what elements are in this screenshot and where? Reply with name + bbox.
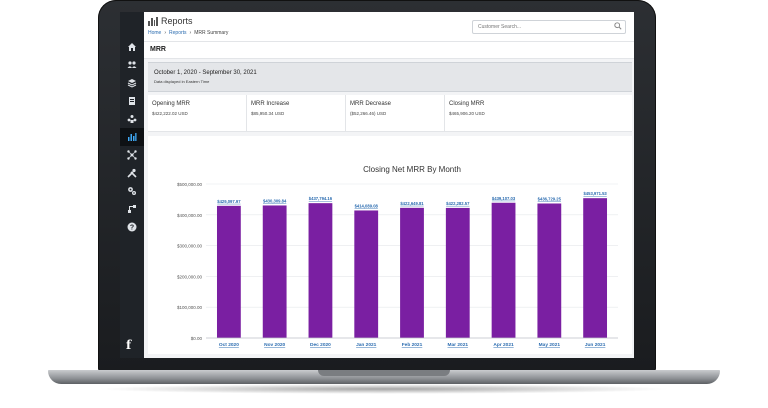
header: Reports Home › Reports › MRR Summary: [144, 12, 634, 42]
metric-label: MRR Increase: [251, 101, 290, 107]
search-icon[interactable]: [614, 22, 622, 30]
x-tick-label[interactable]: Dec 2020: [310, 342, 331, 348]
y-tick-label: $300,000.00: [177, 244, 203, 249]
users-icon[interactable]: [120, 56, 144, 74]
page-title-bar: MRR: [144, 42, 634, 59]
bar-oct-2020: [216, 205, 241, 338]
metric-value: $465,906.20 USD: [449, 111, 485, 116]
customer-search-input[interactable]: [472, 20, 626, 34]
bar-nov-2020: [262, 205, 287, 338]
bar-data-label: $436,729.25: [538, 196, 562, 201]
y-tick-label: $400,000.00: [177, 213, 203, 218]
home-icon[interactable]: [120, 38, 144, 56]
sidebar: ? f: [120, 12, 144, 358]
reports-icon: [148, 16, 158, 26]
breadcrumb-reports[interactable]: Reports: [169, 30, 187, 36]
bar-data-label: $430,309.84: [263, 198, 287, 203]
metric-opening-mrr: Opening MRR $422,222.02 USD: [148, 95, 247, 132]
x-tick-label[interactable]: Jan 2021: [356, 342, 377, 348]
bar-data-label: $439,107.03: [492, 196, 516, 201]
layers-icon[interactable]: [120, 74, 144, 92]
breadcrumb-separator: ›: [164, 30, 167, 36]
x-tick-label[interactable]: May 2021: [539, 342, 561, 348]
metric-value: $422,222.02 USD: [152, 111, 188, 116]
bar-feb-2021: [400, 207, 424, 338]
help-icon[interactable]: ?: [120, 218, 144, 236]
metric-mrr-decrease: MRR Decrease ($52,266.46) USD: [346, 95, 445, 132]
network-icon[interactable]: [120, 146, 144, 164]
y-tick-label: $200,000.00: [177, 274, 203, 279]
svg-text:?: ?: [130, 225, 134, 232]
date-range: October 1, 2020 - September 30, 2021: [154, 70, 257, 76]
header-title: Reports: [161, 16, 193, 26]
date-panel: October 1, 2020 - September 30, 2021 Dat…: [148, 62, 632, 92]
bar-data-label: $422,649.81: [400, 201, 424, 206]
bar-chart-icon[interactable]: [120, 128, 144, 146]
x-tick-label[interactable]: Mar 2021: [448, 342, 469, 348]
breadcrumb: Home › Reports › MRR Summary: [148, 30, 228, 36]
x-tick-label[interactable]: Nov 2020: [264, 342, 285, 348]
timezone-note: Data displayed in Eastern Time: [154, 79, 210, 84]
bar-mar-2021: [445, 207, 470, 338]
metric-label: MRR Decrease: [350, 101, 392, 107]
bar-data-label: $422,282.57: [446, 201, 470, 206]
metric-value: $85,950.34 USD: [251, 111, 285, 116]
bar-data-label: $453,971.53: [583, 191, 607, 196]
bar-may-2021: [537, 203, 562, 338]
breadcrumb-home[interactable]: Home: [148, 30, 161, 36]
metric-label: Closing MRR: [449, 101, 485, 107]
bar-data-label: $437,794.16: [309, 196, 333, 201]
metric-label: Opening MRR: [152, 101, 191, 107]
y-tick-label: $100,000.00: [177, 305, 203, 310]
breadcrumb-separator: ›: [189, 30, 192, 36]
bar-data-label: $414,089.08: [355, 203, 379, 208]
chart-title: Closing Net MRR By Month: [363, 165, 461, 174]
metric-mrr-increase: MRR Increase $85,950.34 USD: [247, 95, 346, 132]
tools-icon[interactable]: [120, 164, 144, 182]
document-icon[interactable]: [120, 92, 144, 110]
gears-icon[interactable]: [120, 182, 144, 200]
y-tick-label: $500,000.00: [177, 182, 203, 187]
team-icon[interactable]: [120, 110, 144, 128]
bar-data-label: $429,097.97: [217, 199, 241, 204]
closing-mrr-chart: Closing Net MRR By Month $0.00 $100,000.00…: [177, 165, 618, 348]
x-tick-label[interactable]: Oct 2020: [219, 342, 239, 348]
y-tick-label: $0.00: [191, 336, 203, 341]
metrics-row: Opening MRR $422,222.02 USD MRR Increase…: [148, 95, 632, 132]
app-logo[interactable]: f: [126, 338, 131, 352]
app-screen: ? f Reports Home › Reports › MRR Summary…: [120, 12, 634, 358]
bar-dec-2020: [308, 203, 333, 338]
flow-icon[interactable]: [120, 200, 144, 218]
header-title-group: Reports: [148, 16, 193, 26]
bar-apr-2021: [491, 202, 516, 338]
laptop-notch: [318, 370, 450, 376]
bar-jan-2021: [354, 210, 379, 338]
chart-panel: Closing Net MRR By Month $0.00 $100,000.00…: [148, 136, 632, 354]
metric-value: ($52,266.46) USD: [350, 111, 387, 116]
x-tick-label[interactable]: Jun 2021: [585, 342, 606, 348]
laptop-shadow: [96, 384, 672, 394]
x-tick-label[interactable]: Feb 2021: [402, 342, 423, 348]
breadcrumb-current: MRR Summary: [194, 30, 229, 36]
x-tick-label[interactable]: Apr 2021: [493, 342, 514, 348]
page-title: MRR: [150, 46, 166, 53]
metric-closing-mrr: Closing MRR $465,906.20 USD: [445, 95, 544, 132]
bar-jun-2021: [583, 198, 608, 338]
